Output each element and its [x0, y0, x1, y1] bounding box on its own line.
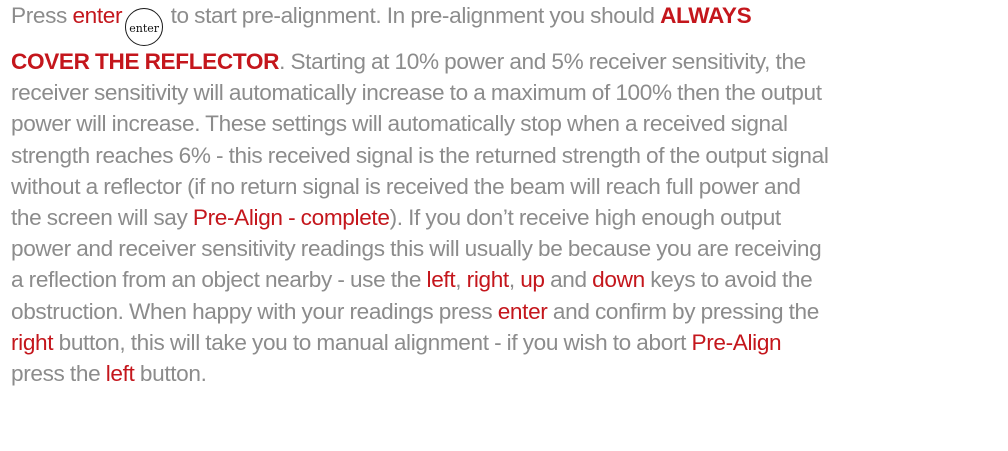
body-text: and confirm by pressing the [547, 298, 819, 324]
body-text: Press [11, 3, 73, 28]
body-text: , [508, 267, 521, 293]
text-line: receiver sensitivity will automatically … [11, 77, 1003, 108]
highlighted-term: right [11, 329, 54, 355]
text-line: a reflection from an object nearby - use… [11, 264, 1003, 295]
highlighted-term: enter [72, 3, 123, 28]
text-line: COVER THE REFLECTOR. Starting at 10% pow… [11, 46, 1003, 77]
body-text: strength reaches 6% - this received sign… [11, 142, 829, 168]
body-text: to start pre-alignment. In pre-alignment… [165, 3, 661, 28]
body-text: the screen will say [11, 205, 193, 231]
highlighted-term: up [520, 267, 545, 293]
text-line: right button, this will take you to manu… [11, 327, 1003, 358]
body-text: . Starting at 10% power and 5% receiver … [279, 49, 806, 74]
text-line: obstruction. When happy with your readin… [11, 296, 1003, 327]
highlighted-term: Pre-Align [691, 329, 782, 355]
warning-text: COVER THE REFLECTOR [11, 49, 280, 74]
pre-alignment-instructions: Press enter enter to start pre-alignment.… [11, 0, 1003, 389]
highlighted-term: left [105, 361, 135, 387]
warning-text: ALWAYS [660, 3, 752, 28]
body-text: power and receiver sensitivity readings … [11, 236, 822, 262]
text-line: without a reflector (if no return signal… [11, 171, 1003, 202]
body-text: , [455, 267, 467, 293]
enter-key-icon: enter [125, 8, 164, 46]
text-line: power and receiver sensitivity readings … [11, 233, 1003, 264]
body-text: button, this will take you to manual ali… [53, 329, 692, 355]
body-text: a reflection from an object nearby - use… [11, 267, 427, 293]
text-line: power will increase. These settings will… [11, 108, 1003, 139]
text-line: Press enter enter to start pre-alignment.… [11, 0, 1003, 46]
text-line: press the left button. [11, 358, 1003, 389]
body-text: obstruction. When happy with your readin… [11, 298, 498, 324]
body-text: receiver sensitivity will automatically … [11, 80, 822, 106]
body-text: power will increase. These settings will… [11, 111, 788, 137]
body-text: ). If you don’t receive high enough outp… [389, 205, 782, 231]
instruction-page: Press enter enter to start pre-alignment.… [11, 0, 1003, 389]
body-text: without a reflector (if no return signal… [11, 173, 801, 199]
highlighted-term: Pre-Align - complete [192, 205, 390, 231]
highlighted-term: left [426, 267, 456, 293]
highlighted-term: down [592, 267, 645, 293]
enter-key-icon-label: enter [129, 22, 160, 35]
body-text: button. [134, 361, 207, 387]
body-text: and [544, 267, 593, 293]
text-line: the screen will say Pre-Align - complete… [11, 202, 1003, 233]
highlighted-term: enter [497, 298, 548, 324]
highlighted-term: right [466, 267, 510, 293]
text-line: strength reaches 6% - this received sign… [11, 140, 1003, 171]
body-text: keys to avoid the [644, 267, 813, 293]
body-text: press the [11, 361, 106, 387]
